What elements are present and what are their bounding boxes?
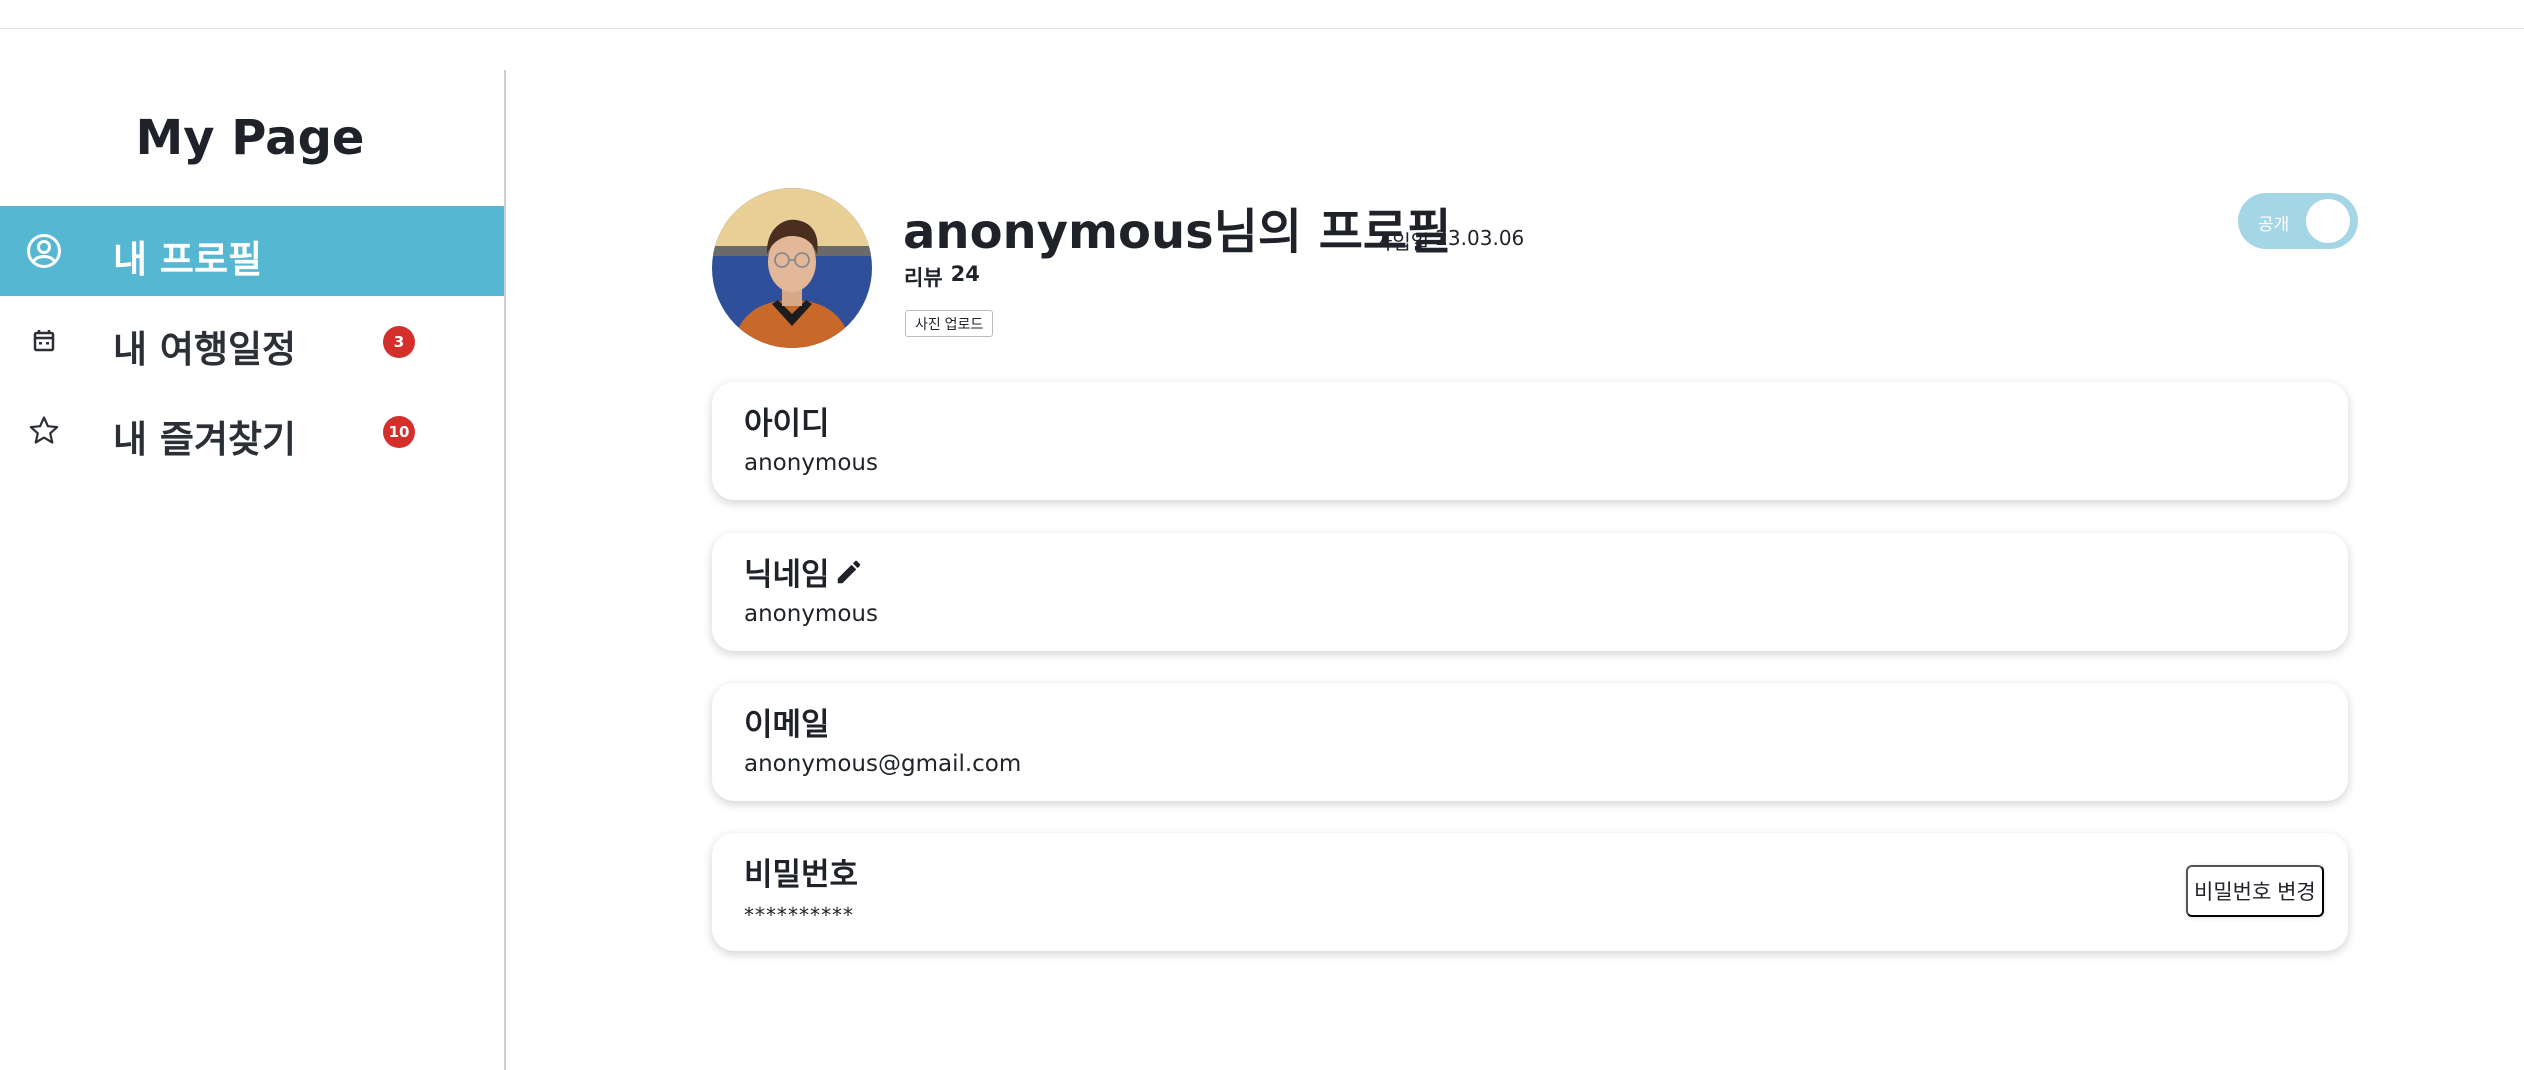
review-label: 리뷰 (904, 266, 943, 290)
sidebar: My Page 내 프로필 내 여행일정 3 내 즐겨찾기 10 (0, 70, 506, 1070)
avatar[interactable] (712, 188, 872, 348)
sidebar-item-my-trips[interactable]: 내 여행일정 3 (0, 296, 504, 386)
nickname-label: 닉네임 (744, 549, 864, 594)
email-label-text: 이메일 (744, 707, 830, 743)
sidebar-item-label: 내 즐겨찾기 (113, 418, 297, 461)
toggle-knob (2306, 199, 2350, 243)
sidebar-item-my-profile[interactable]: 내 프로필 (0, 206, 504, 296)
email-card: 이메일 anonymous@gmail.com (712, 683, 2348, 801)
password-label: 비밀번호 (744, 849, 858, 894)
join-date-value: 23.03.06 (1435, 226, 1525, 250)
sidebar-item-label: 내 여행일정 (113, 328, 297, 371)
profile-title: anonymous님의 프로필 (903, 204, 1452, 260)
password-value: ********** (744, 903, 854, 927)
favorites-count-badge: 10 (383, 416, 415, 448)
trips-count-badge: 3 (383, 326, 415, 358)
email-value: anonymous@gmail.com (744, 751, 1022, 777)
user-circle-icon (27, 234, 61, 268)
sidebar-title: My Page (135, 110, 365, 166)
top-bar (0, 0, 2524, 29)
change-password-button[interactable]: 비밀번호 변경 (2186, 865, 2324, 917)
review-count: 리뷰 24 (904, 262, 980, 292)
visibility-toggle[interactable]: 공개 (2238, 193, 2358, 249)
join-date-label: 가입일 (1374, 230, 1430, 254)
sidebar-item-label: 내 프로필 (113, 238, 263, 281)
visibility-toggle-label: 공개 (2258, 215, 2290, 235)
review-value: 24 (950, 262, 980, 286)
calendar-icon (33, 330, 55, 352)
id-label-text: 아이디 (744, 406, 830, 442)
avatar-photo (712, 188, 872, 348)
nickname-value: anonymous (744, 601, 878, 627)
id-value: anonymous (744, 450, 878, 476)
sidebar-item-my-favorites[interactable]: 내 즐겨찾기 10 (0, 386, 504, 476)
pencil-icon[interactable] (834, 557, 864, 587)
password-label-text: 비밀번호 (744, 857, 859, 893)
join-date: 가입일 23.03.06 (1374, 226, 1524, 255)
sidebar-nav: 내 프로필 내 여행일정 3 내 즐겨찾기 10 (0, 206, 504, 476)
profile-main: anonymous님의 프로필 가입일 23.03.06 리뷰 24 사진 업로… (508, 30, 2524, 1070)
email-label: 이메일 (744, 699, 830, 744)
star-icon (29, 416, 59, 444)
password-card: 비밀번호 ********** 비밀번호 변경 (712, 833, 2348, 951)
nickname-label-text: 닉네임 (744, 557, 830, 593)
id-label: 아이디 (744, 398, 830, 443)
upload-photo-button[interactable]: 사진 업로드 (905, 310, 994, 337)
id-card: 아이디 anonymous (712, 382, 2348, 500)
nickname-card: 닉네임 anonymous (712, 533, 2348, 651)
